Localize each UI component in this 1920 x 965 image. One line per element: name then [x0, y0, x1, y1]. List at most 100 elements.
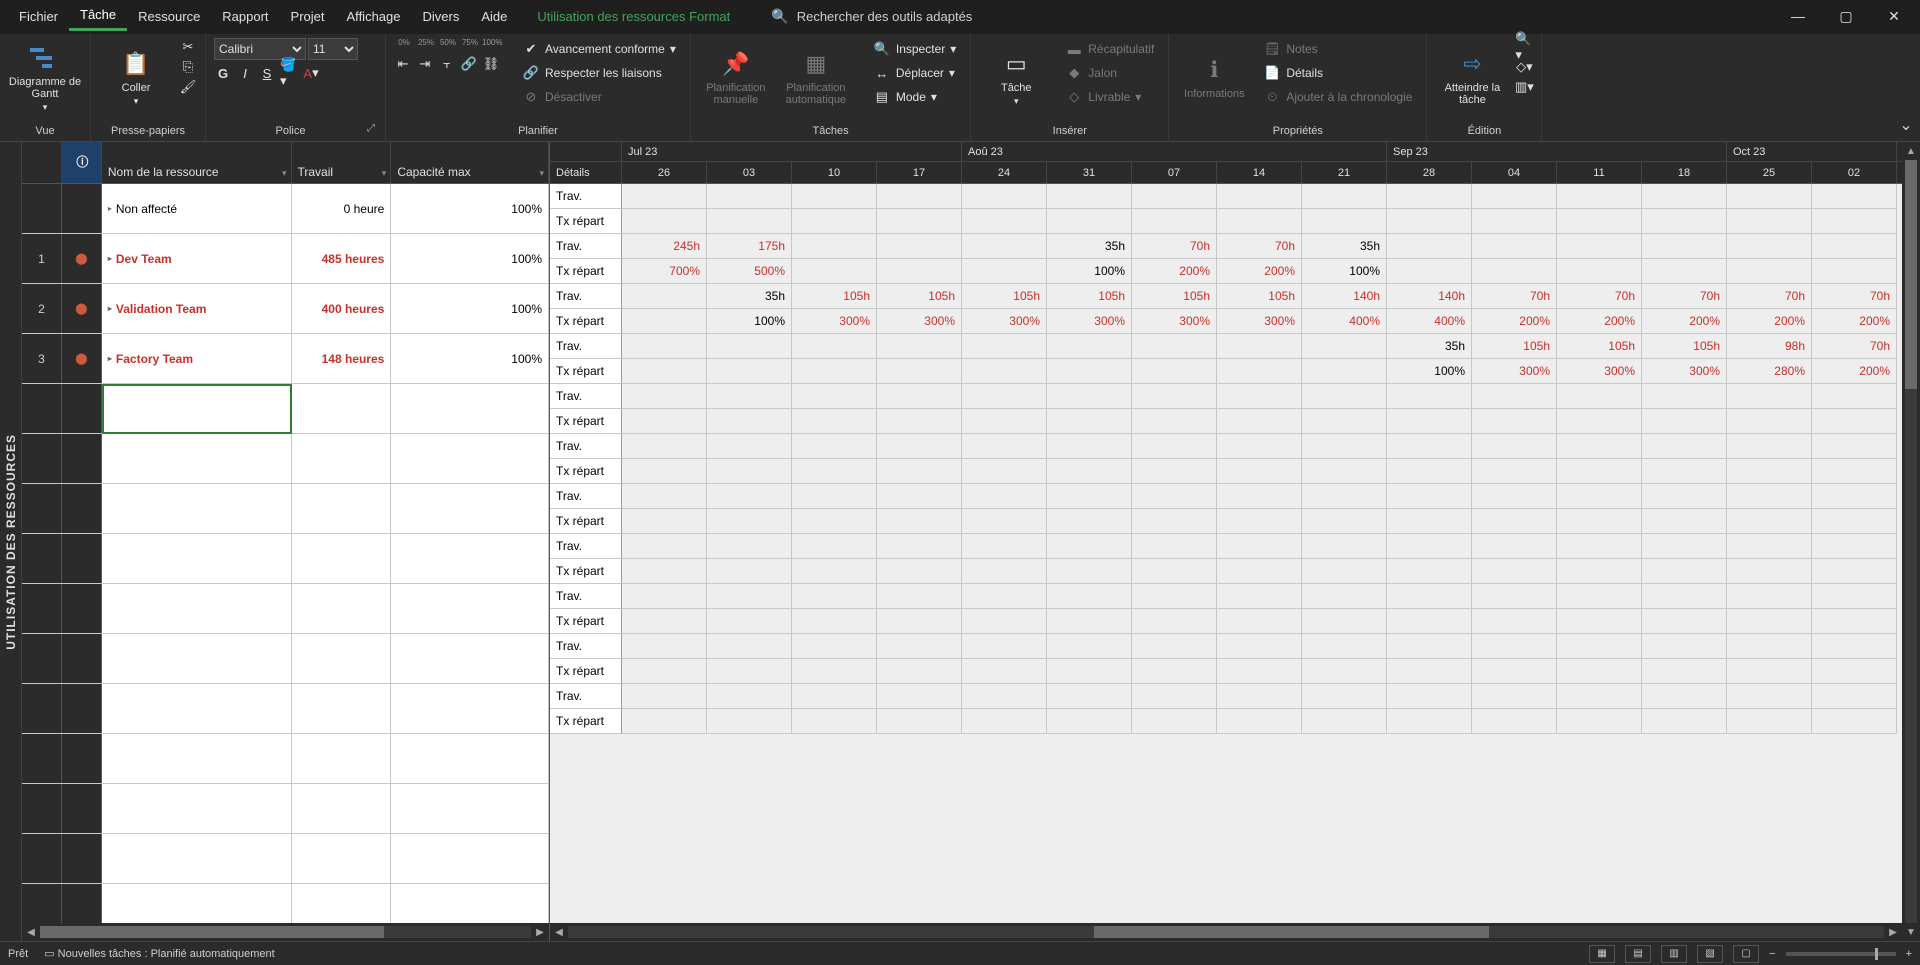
grid-cell[interactable]	[1132, 359, 1217, 384]
grid-cell[interactable]	[1727, 209, 1812, 234]
grid-cell[interactable]	[622, 334, 707, 359]
day-header[interactable]: 25	[1727, 162, 1812, 183]
grid-cell[interactable]	[1557, 409, 1642, 434]
grid-cell[interactable]	[877, 684, 962, 709]
grid-cell[interactable]	[1557, 459, 1642, 484]
grid-cell[interactable]	[962, 459, 1047, 484]
grid-cell[interactable]	[1387, 609, 1472, 634]
grid-cell[interactable]	[792, 659, 877, 684]
grid-cell[interactable]	[877, 509, 962, 534]
grid-cell[interactable]	[1812, 384, 1897, 409]
day-header[interactable]: 21	[1302, 162, 1387, 183]
grid-cell[interactable]	[707, 484, 792, 509]
format-painter-icon[interactable]: 🖌	[179, 78, 197, 96]
scroll-thumb[interactable]	[1905, 160, 1917, 389]
day-header[interactable]: 03	[707, 162, 792, 183]
grid-cell[interactable]	[1812, 459, 1897, 484]
grid-cell[interactable]	[1047, 209, 1132, 234]
grid-cell[interactable]	[962, 384, 1047, 409]
view-team-icon[interactable]: ▥	[1661, 945, 1687, 963]
grid-cell[interactable]	[707, 684, 792, 709]
empty-row[interactable]	[22, 634, 549, 684]
track-button[interactable]: ✔Avancement conforme ▾	[516, 38, 682, 60]
grid-cell[interactable]	[707, 334, 792, 359]
month-header[interactable]: Jul 23	[622, 142, 962, 161]
grid-cell[interactable]	[792, 234, 877, 259]
grid-cell[interactable]	[707, 584, 792, 609]
grid-cell[interactable]	[1727, 509, 1812, 534]
grid-cell[interactable]	[1472, 209, 1557, 234]
month-header[interactable]: Oct 23	[1727, 142, 1897, 161]
grid-cell[interactable]	[792, 184, 877, 209]
search-box[interactable]: 🔍 Rechercher des outils adaptés	[771, 8, 972, 25]
grid-cell[interactable]	[1472, 659, 1557, 684]
grid-cell[interactable]	[1472, 459, 1557, 484]
grid-cell[interactable]	[622, 284, 707, 309]
grid-cell[interactable]	[1387, 484, 1472, 509]
grid-cell[interactable]	[877, 359, 962, 384]
menu-tab-tâche[interactable]: Tâche	[69, 1, 127, 31]
dialog-launcher-icon[interactable]: ⤢	[367, 123, 377, 139]
grid-cell[interactable]	[1302, 459, 1387, 484]
grid-cell[interactable]	[792, 434, 877, 459]
grid-cell[interactable]	[1132, 709, 1217, 734]
grid-cell[interactable]	[1642, 259, 1727, 284]
grid-cell[interactable]: 70h	[1217, 234, 1302, 259]
grid-cell[interactable]: 140h	[1387, 284, 1472, 309]
grid-cell[interactable]	[1047, 509, 1132, 534]
grid-cell[interactable]: 105h	[1642, 334, 1727, 359]
grid-cell[interactable]	[1727, 434, 1812, 459]
scroll-thumb[interactable]	[1094, 926, 1489, 938]
italic-icon[interactable]: I	[236, 64, 254, 82]
grid-cell[interactable]	[792, 459, 877, 484]
grid-cell[interactable]	[1812, 584, 1897, 609]
grid-cell[interactable]: 200%	[1557, 309, 1642, 334]
grid-cell[interactable]	[792, 559, 877, 584]
copy-icon[interactable]: ⎘	[179, 58, 197, 76]
scroll-right-icon[interactable]: ▶	[531, 923, 549, 941]
grid-cell[interactable]	[1642, 609, 1727, 634]
grid-cell[interactable]	[962, 634, 1047, 659]
grid-cell[interactable]: 300%	[1472, 359, 1557, 384]
grid-cell[interactable]	[1217, 434, 1302, 459]
day-header[interactable]: 07	[1132, 162, 1217, 183]
grid-cell[interactable]	[1387, 184, 1472, 209]
grid-cell[interactable]: 35h	[1387, 334, 1472, 359]
right-hscrollbar[interactable]: ◀ ▶	[550, 923, 1902, 941]
grid-cell[interactable]	[1217, 359, 1302, 384]
grid-cell[interactable]	[1642, 409, 1727, 434]
grid-cell[interactable]: 280%	[1727, 359, 1812, 384]
scroll-to-task-button[interactable]: ⇨ Atteindre la tâche	[1435, 38, 1509, 116]
grid-cell[interactable]	[1727, 584, 1812, 609]
grid-cell[interactable]	[1302, 184, 1387, 209]
grid-cell[interactable]	[1642, 709, 1727, 734]
view-usage-icon[interactable]: ▤	[1625, 945, 1651, 963]
day-header[interactable]: 04	[1472, 162, 1557, 183]
grid-cell[interactable]: 400%	[1302, 309, 1387, 334]
grid-cell[interactable]	[622, 209, 707, 234]
grid-cell[interactable]: 70h	[1812, 284, 1897, 309]
grid-cell[interactable]	[1472, 234, 1557, 259]
fill-color-icon[interactable]: 🪣▾	[280, 64, 298, 82]
day-header[interactable]: 28	[1387, 162, 1472, 183]
grid-cell[interactable]	[1557, 509, 1642, 534]
grid-cell[interactable]	[1642, 434, 1727, 459]
grid-cell[interactable]	[962, 209, 1047, 234]
grid-cell[interactable]	[1472, 534, 1557, 559]
grid-cell[interactable]	[1047, 384, 1132, 409]
grid-cell[interactable]	[1217, 684, 1302, 709]
respect-links-button[interactable]: 🔗Respecter les liaisons	[516, 62, 682, 84]
grid-cell[interactable]	[877, 634, 962, 659]
grid-cell[interactable]	[1387, 409, 1472, 434]
day-header[interactable]: 14	[1217, 162, 1302, 183]
grid-cell[interactable]	[1642, 209, 1727, 234]
row-number[interactable]	[22, 184, 62, 233]
grid-cell[interactable]: 200%	[1812, 359, 1897, 384]
grid-cell[interactable]	[877, 459, 962, 484]
grid-cell[interactable]	[1302, 359, 1387, 384]
work-cell[interactable]: 148 heures	[292, 334, 392, 383]
row-number[interactable]: 2	[22, 284, 62, 333]
grid-cell[interactable]	[1557, 559, 1642, 584]
grid-cell[interactable]	[707, 434, 792, 459]
grid-cell[interactable]	[1047, 534, 1132, 559]
